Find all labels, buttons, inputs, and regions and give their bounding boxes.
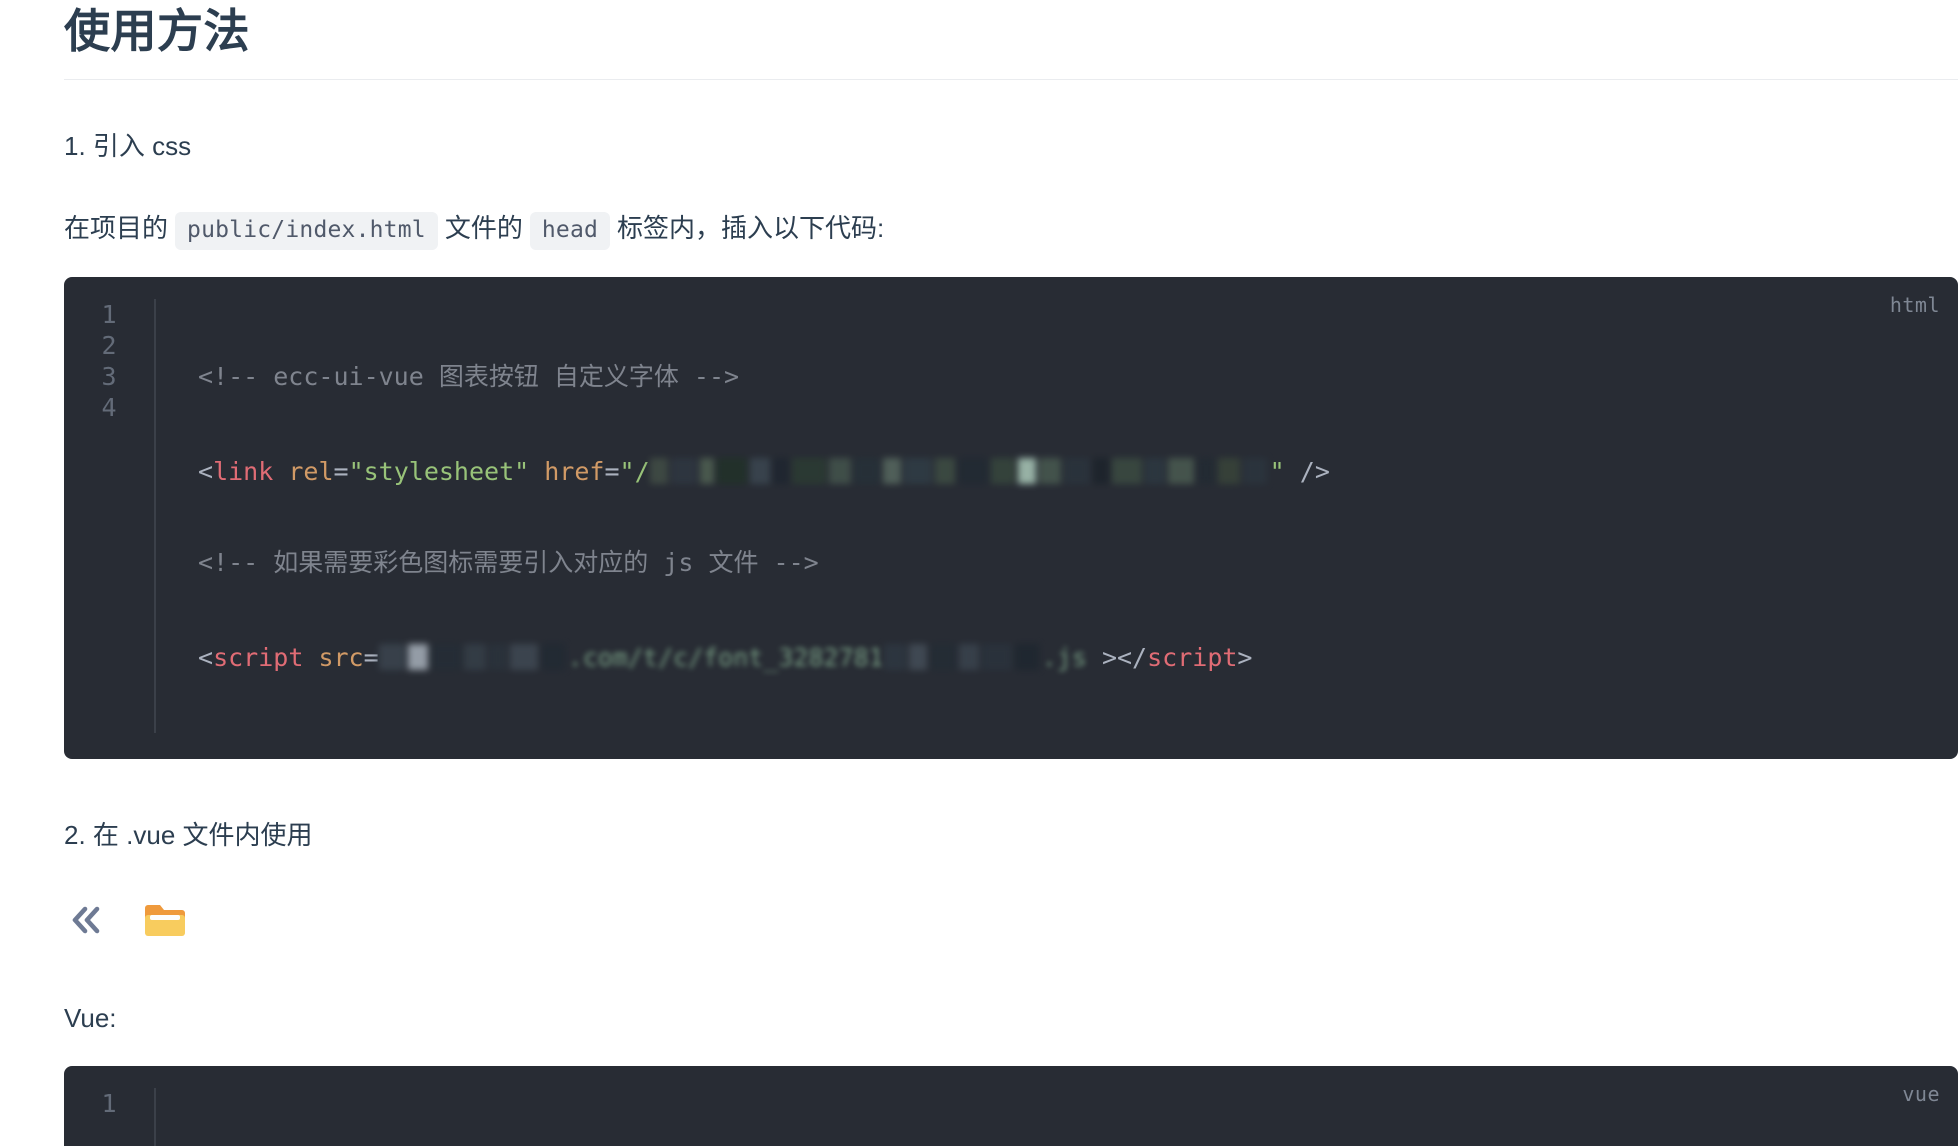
step1-intro-paragraph: 在项目的 public/index.html 文件的 head 标签内，插入以下代码: xyxy=(64,208,1958,250)
page-title: 使用方法 xyxy=(64,5,250,57)
code-line-numbers: 1 2 3 4 xyxy=(64,298,156,733)
code-token-comment: <!-- 如果需要彩色图标需要引入对应的 js 文件 --> xyxy=(198,547,819,577)
code-line-numbers: 1 xyxy=(64,1088,156,1146)
redacted-script-url-suffix xyxy=(883,640,1042,671)
intro-text-after: 标签内，插入以下代码: xyxy=(617,212,885,243)
line-number: 2 xyxy=(101,330,117,360)
redacted-script-url-prefix xyxy=(378,640,568,671)
vue-label: Vue: xyxy=(64,1002,117,1033)
code-block-html-head[interactable]: html 1 2 3 4 <!-- ecc-ui-vue 图表按钮 自定义字体 … xyxy=(64,276,1958,759)
code-language-label: html xyxy=(1889,292,1940,317)
folder-icon[interactable] xyxy=(142,898,188,942)
inline-code-head: head xyxy=(529,211,611,250)
code-line: <!-- 如果需要彩色图标需要引入对应的 js 文件 --> xyxy=(198,547,1330,578)
double-chevron-left-icon[interactable] xyxy=(64,898,108,942)
title-divider xyxy=(64,78,1958,80)
icon-preview-row xyxy=(64,897,1958,943)
inline-code-index-html: public/index.html xyxy=(175,211,438,250)
code-line: <!-- ecc-ui-vue 图表按钮 自定义字体 --> xyxy=(198,361,1330,392)
code-block-vue-usage[interactable]: vue 1 <EccIcon icon="icon-shouqi"></EccI… xyxy=(64,1066,1958,1146)
code-line: <link rel="stylesheet" href="/" /> xyxy=(198,454,1330,486)
line-number: 1 xyxy=(101,1089,117,1119)
redacted-url xyxy=(649,454,1270,485)
redacted-script-url-ext: .js xyxy=(1041,642,1087,672)
code-content: <EccIcon icon="icon-shouqi"></EccIcon> xyxy=(156,1088,770,1146)
line-number: 4 xyxy=(101,392,117,422)
line-number: 1 xyxy=(101,299,117,329)
code-line: <script src= .com/t/c/font_3282781 .js ></… xyxy=(198,640,1330,672)
code-language-label: vue xyxy=(1902,1082,1940,1107)
code-token-comment: <!-- ecc-ui-vue 图表按钮 自定义字体 --> xyxy=(198,361,740,391)
step2-heading: 2. 在 .vue 文件内使用 xyxy=(64,819,313,850)
code-content: <!-- ecc-ui-vue 图表按钮 自定义字体 --> <link rel… xyxy=(156,299,1330,733)
redacted-script-url-visible: .com/t/c/font_3282781 xyxy=(567,642,884,672)
intro-text-middle: 文件的 xyxy=(444,212,523,243)
document-page: 使用方法 1. 引入 css 在项目的 public/index.html 文件的 h… xyxy=(0,0,1958,1146)
line-number: 3 xyxy=(101,361,117,391)
intro-text-before: 在项目的 xyxy=(64,212,169,243)
step1-heading: 1. 引入 css xyxy=(64,130,192,161)
